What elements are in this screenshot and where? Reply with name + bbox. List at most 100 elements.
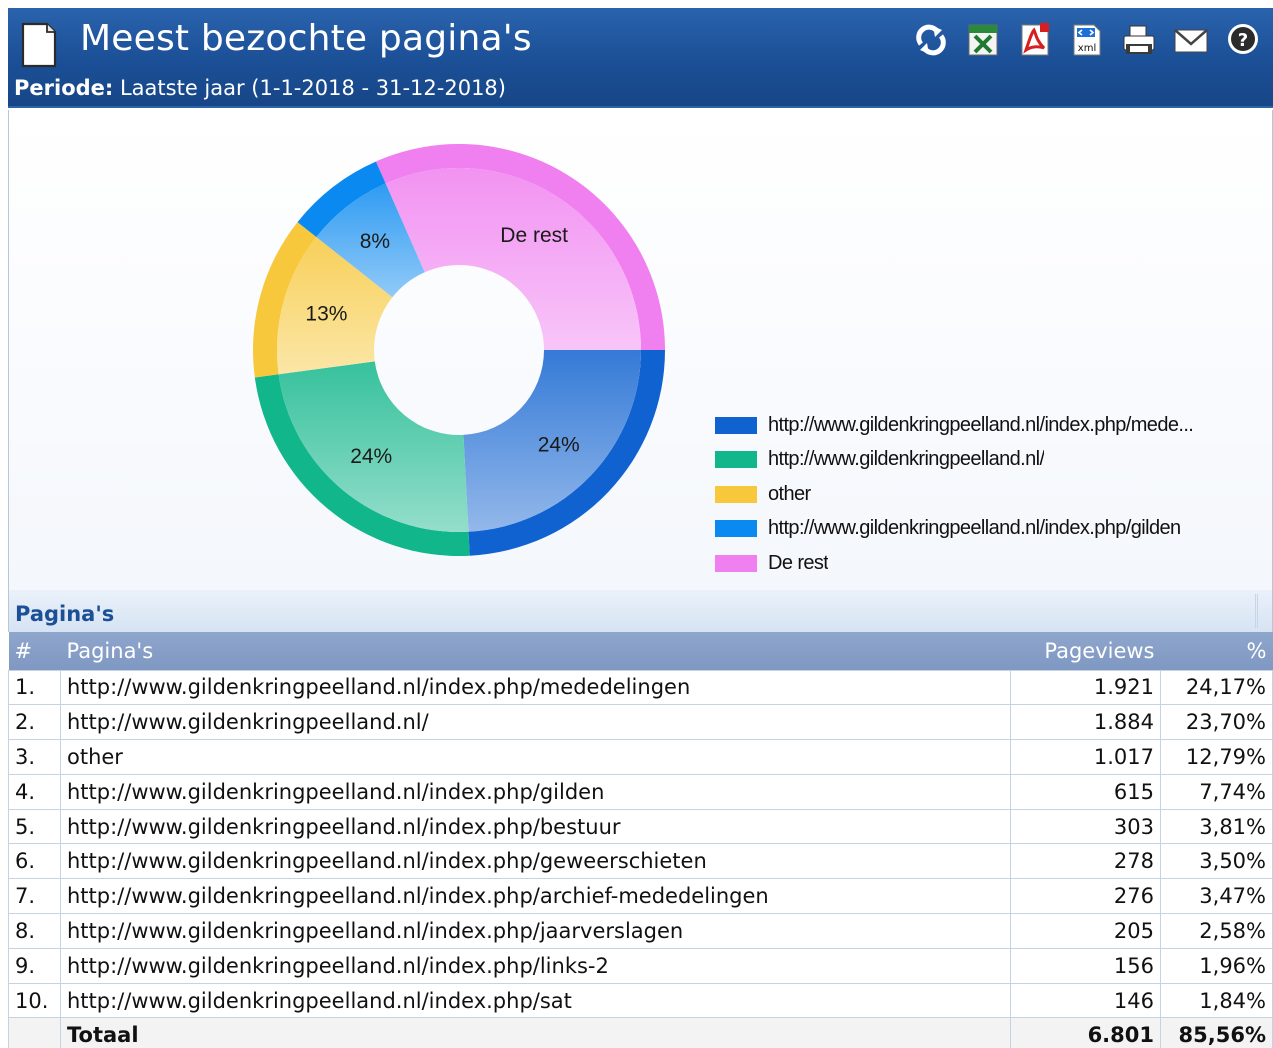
row-percent: 3,47%: [1160, 878, 1273, 915]
toolbar: xml ?: [909, 20, 1265, 60]
legend-item-0[interactable]: http://www.gildenkringpeelland.nl/index.…: [715, 408, 1193, 443]
row-index: 1.: [8, 669, 61, 706]
print-button[interactable]: [1117, 20, 1161, 60]
legend-swatch: [715, 554, 757, 572]
legend-label: other: [768, 482, 811, 505]
total-percent: 85,56%: [1160, 1017, 1273, 1048]
email-button[interactable]: [1169, 20, 1213, 60]
legend-swatch: [715, 451, 757, 469]
help-icon: ?: [1228, 24, 1258, 54]
export-excel-button[interactable]: [961, 20, 1005, 60]
slice-label-1: 24%: [350, 445, 392, 468]
slice-label-2: 13%: [305, 303, 347, 326]
row-percent: 3,50%: [1160, 843, 1273, 880]
slice-label-4: De rest: [500, 224, 568, 247]
row-index: 10.: [8, 982, 61, 1019]
row-percent: 3,81%: [1160, 808, 1273, 845]
row-index: 3.: [8, 739, 61, 775]
pdf-icon: [1021, 23, 1049, 56]
export-xml-button[interactable]: xml: [1065, 20, 1109, 60]
row-index: 4.: [8, 773, 61, 810]
section-header: Pagina's: [8, 590, 1273, 632]
row-page-url[interactable]: http://www.gildenkringpeelland.nl/index.…: [60, 913, 1011, 949]
row-percent: 7,74%: [1160, 773, 1273, 810]
row-index: 9.: [8, 947, 61, 984]
period-value: Laatste jaar (1-1-2018 - 31-12-2018): [119, 76, 506, 100]
row-pageviews: 276: [1010, 878, 1161, 915]
row-percent: 1,84%: [1160, 982, 1273, 1019]
slice-label-3: 8%: [360, 230, 390, 253]
legend-swatch: [715, 485, 757, 503]
table-row[interactable]: 8. http://www.gildenkringpeelland.nl/inde…: [8, 913, 1273, 949]
period-text: Periode: Laatste jaar (1-1-2018 - 31-12-…: [14, 76, 506, 100]
legend-label: http://www.gildenkringpeelland.nl/index.…: [768, 413, 1194, 436]
section-separator: [1255, 594, 1258, 628]
row-page-url[interactable]: http://www.gildenkringpeelland.nl/index.…: [60, 843, 1011, 880]
table-row[interactable]: 7. http://www.gildenkringpeelland.nl/inde…: [8, 878, 1273, 915]
row-pageviews: 615: [1010, 773, 1161, 810]
legend-item-3[interactable]: http://www.gildenkringpeelland.nl/index.…: [715, 512, 1193, 547]
row-page-url[interactable]: http://www.gildenkringpeelland.nl/index.…: [60, 878, 1011, 915]
legend-swatch: [715, 520, 757, 538]
row-pageviews: 1.017: [1010, 739, 1161, 775]
refresh-icon: [916, 24, 946, 56]
row-pageviews: 156: [1010, 947, 1161, 984]
col-header-percent[interactable]: %: [1161, 632, 1273, 670]
row-percent: 2,58%: [1160, 913, 1273, 949]
row-pageviews: 1.884: [1010, 704, 1161, 741]
legend-item-2[interactable]: other: [715, 477, 1193, 512]
chart-panel: 24% 24% 13% 8% De rest http://www.gildenkrin…: [8, 110, 1273, 590]
pages-table: # Pagina's Pageviews % 1. http://www.gild…: [8, 632, 1273, 1048]
row-page-url[interactable]: http://www.gildenkringpeelland.nl/index.…: [60, 982, 1011, 1019]
export-pdf-button[interactable]: [1013, 20, 1057, 60]
total-pageviews: 6.801: [1010, 1017, 1161, 1048]
table-row[interactable]: 10. http://www.gildenkringpeelland.nl/ind…: [8, 982, 1273, 1019]
row-page-url[interactable]: http://www.gildenkringpeelland.nl/index.…: [60, 669, 1011, 706]
table-row[interactable]: 2. http://www.gildenkringpeelland.nl/1.88…: [8, 704, 1273, 741]
row-pageviews: 303: [1010, 808, 1161, 845]
row-index: 7.: [8, 878, 61, 915]
row-page-url[interactable]: other: [60, 739, 1011, 775]
row-page-url[interactable]: http://www.gildenkringpeelland.nl/index.…: [60, 808, 1011, 845]
row-pageviews: 1.921: [1010, 669, 1161, 706]
refresh-button[interactable]: [909, 20, 953, 60]
row-index: 5.: [8, 808, 61, 845]
table-row[interactable]: 6. http://www.gildenkringpeelland.nl/inde…: [8, 843, 1273, 880]
report-header: Meest bezochte pagina's Periode: Laatste…: [8, 8, 1273, 108]
row-percent: 24,17%: [1160, 669, 1273, 706]
legend-item-4[interactable]: De rest: [715, 546, 1193, 581]
svg-text:xml: xml: [1078, 43, 1096, 54]
col-header-pageviews[interactable]: Pageviews: [1011, 632, 1161, 670]
svg-text:?: ?: [1238, 30, 1248, 51]
donut-chart: 24% 24% 13% 8% De rest: [253, 143, 665, 556]
table-row[interactable]: 1. http://www.gildenkringpeelland.nl/inde…: [8, 669, 1273, 706]
row-page-url[interactable]: http://www.gildenkringpeelland.nl/: [60, 704, 1011, 741]
row-percent: 12,79%: [1160, 739, 1273, 775]
slice-4[interactable]: [385, 168, 641, 350]
row-pageviews: 278: [1010, 843, 1161, 880]
table-row[interactable]: 5. http://www.gildenkringpeelland.nl/inde…: [8, 808, 1273, 845]
row-pageviews: 146: [1010, 982, 1161, 1019]
table-row[interactable]: 3. other 1.017 12,79%: [8, 739, 1273, 775]
col-header-page[interactable]: Pagina's: [61, 632, 1011, 670]
help-button[interactable]: ?: [1221, 20, 1265, 60]
row-index: 2.: [8, 704, 61, 741]
total-row: Totaal 6.801 85,56%: [8, 1017, 1273, 1048]
row-index: 8.: [8, 913, 61, 949]
document-icon: [21, 22, 57, 68]
slice-label-0: 24%: [538, 434, 580, 457]
row-page-url[interactable]: http://www.gildenkringpeelland.nl/index.…: [60, 773, 1011, 810]
row-index: 6.: [8, 843, 61, 880]
section-title: Pagina's: [15, 602, 115, 626]
row-page-url[interactable]: http://www.gildenkringpeelland.nl/index.…: [60, 947, 1011, 984]
row-percent: 23,70%: [1160, 704, 1273, 741]
legend-item-1[interactable]: http://www.gildenkringpeelland.nl/: [715, 443, 1193, 478]
table-row[interactable]: 9. http://www.gildenkringpeelland.nl/inde…: [8, 947, 1273, 984]
table-row[interactable]: 4. http://www.gildenkringpeelland.nl/inde…: [8, 773, 1273, 810]
total-index: [8, 1017, 61, 1048]
legend-swatch: [715, 416, 757, 434]
row-percent: 1,96%: [1160, 947, 1273, 984]
table-header-row: # Pagina's Pageviews %: [8, 632, 1273, 670]
period-label: Periode:: [14, 76, 114, 100]
col-header-index[interactable]: #: [9, 632, 61, 670]
